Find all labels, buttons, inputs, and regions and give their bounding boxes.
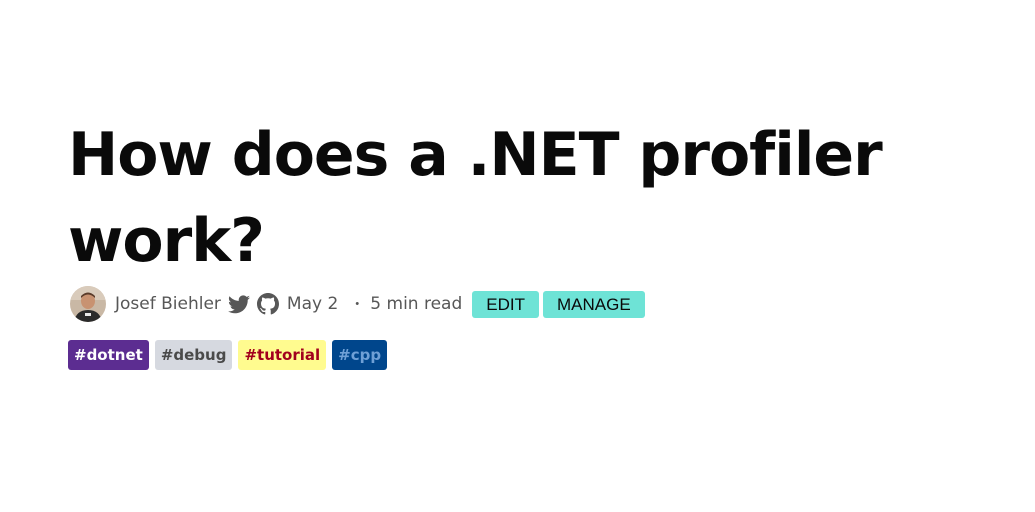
meta-separator: ・ xyxy=(350,297,365,313)
edit-button[interactable]: EDIT xyxy=(472,290,539,318)
twitter-icon[interactable] xyxy=(227,292,251,316)
github-icon[interactable] xyxy=(256,292,280,316)
tag-list: #dotnet #debug #tutorial #cpp xyxy=(68,340,968,370)
article-meta: Josef Biehler May 2 ・ 5 min read EDIT MA… xyxy=(68,284,968,324)
read-time: 5 min read xyxy=(370,294,463,314)
manage-button[interactable]: MANAGE xyxy=(543,290,645,318)
avatar-image xyxy=(70,286,106,322)
tag-tutorial[interactable]: #tutorial xyxy=(238,340,327,370)
article-header: How does a .NET profiler work? Josef Bie… xyxy=(68,112,968,370)
tag-dotnet[interactable]: #dotnet xyxy=(68,340,149,370)
author-name-link[interactable]: Josef Biehler xyxy=(115,294,221,314)
tag-cpp[interactable]: #cpp xyxy=(332,340,388,370)
article-title: How does a .NET profiler work? xyxy=(68,120,883,276)
publish-date: May 2 xyxy=(286,294,339,314)
tag-debug[interactable]: #debug xyxy=(154,340,233,370)
author-avatar[interactable] xyxy=(70,286,106,322)
